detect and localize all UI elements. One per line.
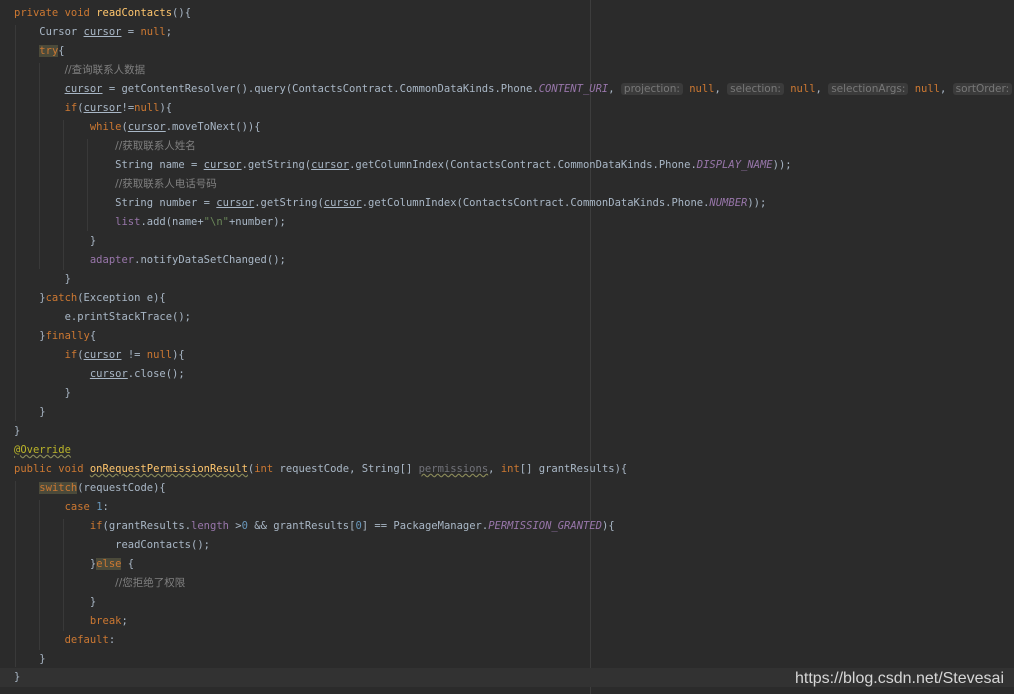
code-line[interactable]: case 1: xyxy=(0,498,1014,517)
code-line[interactable]: readContacts(); xyxy=(0,536,1014,555)
code-line[interactable]: break; xyxy=(0,612,1014,631)
code-line[interactable]: } xyxy=(0,593,1014,612)
code-line[interactable]: } xyxy=(0,270,1014,289)
code-editor[interactable]: private void readContacts(){ Cursor curs… xyxy=(0,0,1014,694)
code-line[interactable]: } xyxy=(0,403,1014,422)
code-line[interactable]: //获取联系人电话号码 xyxy=(0,175,1014,194)
code-line[interactable]: } xyxy=(0,384,1014,403)
code-line[interactable]: Cursor cursor = null; xyxy=(0,23,1014,42)
code-line[interactable]: }finally{ xyxy=(0,327,1014,346)
code-line[interactable]: public void onRequestPermissionResult(in… xyxy=(0,460,1014,479)
param-hint-selection-args: selectionArgs: xyxy=(828,83,909,95)
param-hint-sort-order: sortOrder: xyxy=(952,83,1013,95)
code-line[interactable]: cursor.close(); xyxy=(0,365,1014,384)
watermark: https://blog.csdn.net/Stevesai xyxy=(794,670,1004,687)
param-hint-projection: projection: xyxy=(620,83,683,95)
code-line[interactable]: cursor = getContentResolver().query(Cont… xyxy=(0,80,1014,99)
code-line[interactable]: if(grantResults.length >0 && grantResult… xyxy=(0,517,1014,536)
comment-get-name: //获取联系人姓名 xyxy=(115,140,196,152)
code-line[interactable]: adapter.notifyDataSetChanged(); xyxy=(0,251,1014,270)
code-line[interactable]: } xyxy=(0,232,1014,251)
code-line[interactable]: try{ xyxy=(0,42,1014,61)
code-line[interactable]: //获取联系人姓名 xyxy=(0,137,1014,156)
comment-permission-denied: //您拒绝了权限 xyxy=(115,577,186,589)
code-line[interactable]: }catch(Exception e){ xyxy=(0,289,1014,308)
code-line[interactable]: //您拒绝了权限 xyxy=(0,574,1014,593)
code-line[interactable]: switch(requestCode){ xyxy=(0,479,1014,498)
code-line[interactable]: }else { xyxy=(0,555,1014,574)
param-hint-selection: selection: xyxy=(727,83,784,95)
code-line[interactable]: } xyxy=(0,650,1014,669)
comment-get-number: //获取联系人电话号码 xyxy=(115,178,217,190)
code-line[interactable]: if(cursor != null){ xyxy=(0,346,1014,365)
code-line[interactable]: @Override xyxy=(0,441,1014,460)
code-line[interactable]: } xyxy=(0,422,1014,441)
code-line[interactable]: list.add(name+"\n"+number); xyxy=(0,213,1014,232)
code-line[interactable]: default: xyxy=(0,631,1014,650)
comment-query-contacts: //查询联系人数据 xyxy=(64,64,146,76)
code-line[interactable]: if(cursor!=null){ xyxy=(0,99,1014,118)
code-line[interactable]: private void readContacts(){ xyxy=(0,4,1014,23)
code-line[interactable]: e.printStackTrace(); xyxy=(0,308,1014,327)
code-line[interactable]: String name = cursor.getString(cursor.ge… xyxy=(0,156,1014,175)
code-line[interactable]: String number = cursor.getString(cursor.… xyxy=(0,194,1014,213)
code-line[interactable]: while(cursor.moveToNext()){ xyxy=(0,118,1014,137)
code-line[interactable]: //查询联系人数据 xyxy=(0,61,1014,80)
